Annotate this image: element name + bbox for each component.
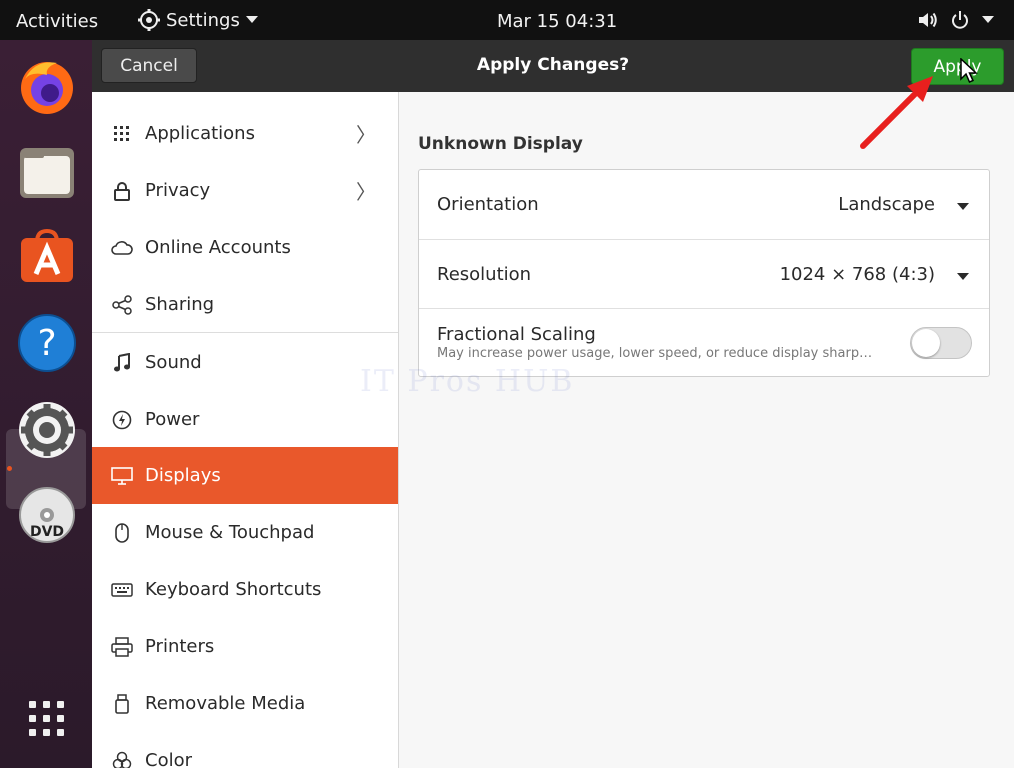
grid-icon (109, 125, 135, 142)
system-tray[interactable] (918, 10, 994, 30)
share-icon (109, 294, 135, 315)
activities-button[interactable]: Activities (16, 11, 98, 32)
mouse-cursor-icon (960, 58, 978, 83)
top-bar: Activities Settings Mar 15 04:31 (0, 0, 1014, 44)
power-icon (109, 410, 135, 430)
fractional-scaling-label: Fractional Scaling (437, 324, 596, 345)
show-apps-icon[interactable] (16, 688, 78, 750)
display-settings-list: Orientation Landscape Resolution 1024 × … (418, 169, 990, 377)
help-icon[interactable]: ? (16, 312, 78, 374)
mouse-icon (109, 522, 135, 543)
fractional-scaling-description: May increase power usage, lower speed, o… (437, 346, 873, 361)
sidebar-item-displays[interactable]: Displays (92, 447, 398, 504)
sidebar-item-label: Keyboard Shortcuts (145, 579, 322, 600)
fractional-scaling-toggle[interactable] (910, 327, 972, 359)
svg-text:?: ? (37, 323, 56, 364)
resolution-value[interactable]: 1024 × 768 (4:3) (780, 264, 935, 285)
dropdown-caret-icon[interactable] (957, 273, 969, 280)
music-note-icon (109, 352, 135, 373)
chevron-down-icon (245, 16, 258, 23)
chevron-right-icon: 〉 (356, 180, 376, 204)
dvd-icon[interactable]: DVD (16, 484, 78, 546)
sidebar-item-label: Removable Media (145, 693, 306, 714)
sidebar-item-label: Sharing (145, 294, 215, 315)
sidebar-item-label: Power (145, 409, 200, 430)
sidebar-item-label: Applications (145, 123, 255, 144)
removable-media-icon (109, 693, 135, 714)
sidebar-item-printers[interactable]: Printers (92, 618, 398, 675)
sidebar-item-applications[interactable]: Applications 〉 (92, 105, 398, 162)
resolution-row[interactable]: Resolution 1024 × 768 (4:3) (419, 239, 989, 309)
app-menu[interactable]: Settings (138, 9, 258, 31)
resolution-label: Resolution (437, 264, 532, 285)
sidebar-item-label: Privacy (145, 180, 211, 201)
dock: ? DVD (0, 40, 92, 768)
sidebar-item-keyboard-shortcuts[interactable]: Keyboard Shortcuts (92, 561, 398, 618)
sidebar-item-power[interactable]: Power (92, 391, 398, 448)
cloud-icon (109, 240, 135, 255)
sidebar-item-label: Color (145, 750, 192, 768)
sidebar-item-label: Printers (145, 636, 215, 657)
sidebar: Applications 〉 Privacy 〉 Online Accounts… (92, 92, 399, 768)
files-icon[interactable] (16, 142, 78, 204)
sidebar-item-label: Mouse & Touchpad (145, 522, 315, 543)
sidebar-item-color[interactable]: Color (92, 732, 398, 768)
display-name-heading: Unknown Display (418, 134, 583, 154)
displays-panel: Unknown Display Orientation Landscape Re… (399, 92, 1014, 768)
svg-text:DVD: DVD (30, 524, 64, 540)
lock-icon (109, 181, 135, 201)
sidebar-item-mouse-touchpad[interactable]: Mouse & Touchpad (92, 504, 398, 561)
sidebar-item-online-accounts[interactable]: Online Accounts (92, 219, 398, 276)
orientation-value[interactable]: Landscape (838, 194, 935, 215)
power-icon (952, 11, 968, 29)
keyboard-icon (109, 582, 135, 597)
sidebar-item-label: Sound (145, 352, 202, 373)
settings-icon[interactable] (16, 399, 78, 461)
display-icon (109, 466, 135, 485)
orientation-row[interactable]: Orientation Landscape (419, 170, 989, 239)
chevron-down-icon (982, 16, 994, 23)
sidebar-item-label: Online Accounts (145, 237, 291, 258)
settings-gear-icon (138, 9, 160, 31)
orientation-label: Orientation (437, 194, 539, 215)
software-icon[interactable] (16, 226, 78, 288)
clock[interactable]: Mar 15 04:31 (497, 11, 617, 32)
toggle-knob (912, 329, 940, 357)
sidebar-item-privacy[interactable]: Privacy 〉 (92, 162, 398, 219)
firefox-icon[interactable] (16, 56, 78, 118)
watermark: IT Pros HUB (360, 364, 575, 399)
sidebar-item-label: Displays (145, 465, 221, 486)
volume-icon (919, 12, 937, 28)
running-indicator (7, 466, 12, 471)
printer-icon (109, 636, 135, 657)
sidebar-item-sound[interactable]: Sound (92, 334, 398, 391)
color-icon (109, 751, 135, 768)
dropdown-caret-icon[interactable] (957, 203, 969, 210)
app-menu-label: Settings (166, 9, 240, 31)
annotation-arrow-icon (860, 76, 933, 149)
chevron-right-icon: 〉 (356, 123, 376, 147)
sidebar-separator (92, 332, 398, 333)
sidebar-item-sharing[interactable]: Sharing (92, 276, 398, 333)
sidebar-item-removable-media[interactable]: Removable Media (92, 675, 398, 732)
